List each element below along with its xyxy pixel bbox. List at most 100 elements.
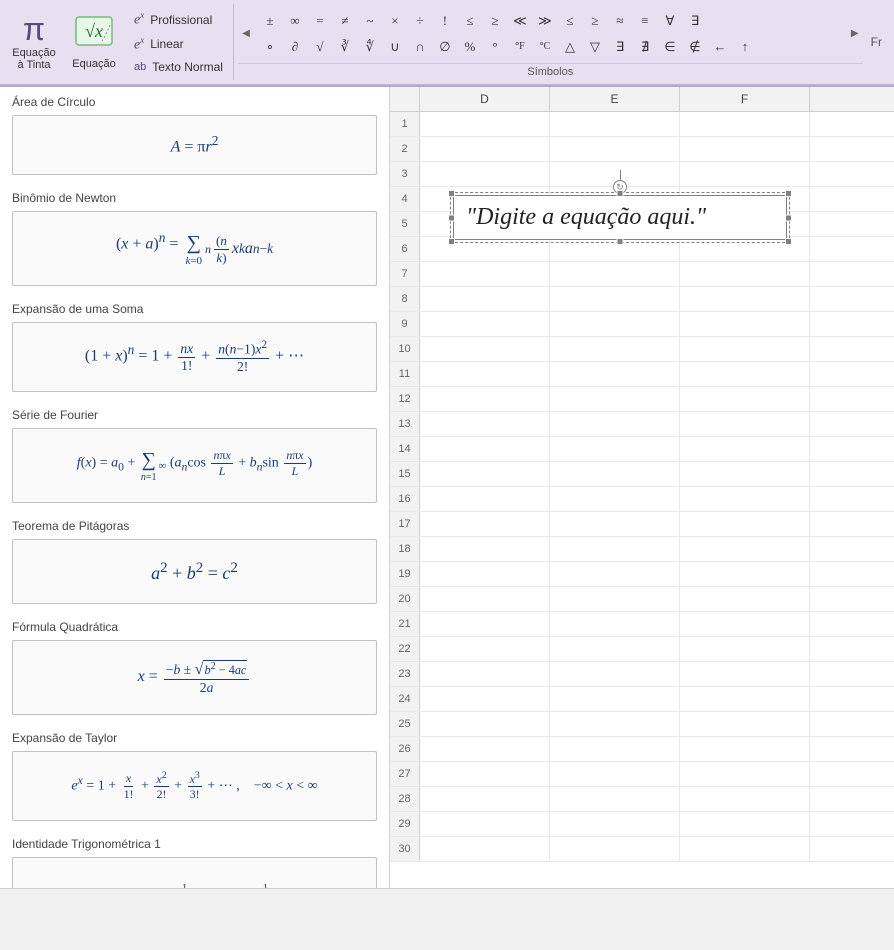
sym-leq2[interactable]: ≤ bbox=[558, 10, 582, 32]
cell-d11[interactable] bbox=[420, 362, 550, 386]
cell-d17[interactable] bbox=[420, 512, 550, 536]
cell-f25[interactable] bbox=[680, 712, 810, 736]
col-header-d[interactable]: D bbox=[420, 87, 550, 111]
cell-d28[interactable] bbox=[420, 787, 550, 811]
symbols-scroll-right[interactable]: ▶ bbox=[847, 12, 863, 56]
sym-tilde[interactable]: ~ bbox=[358, 10, 382, 32]
cell-e21[interactable] bbox=[550, 612, 680, 636]
sym-larrow[interactable]: ← bbox=[708, 36, 732, 58]
sym-exclaim[interactable]: ! bbox=[433, 10, 457, 32]
cell-e19[interactable] bbox=[550, 562, 680, 586]
sym-equiv[interactable]: ≡ bbox=[633, 10, 657, 32]
cell-f12[interactable] bbox=[680, 387, 810, 411]
cell-d13[interactable] bbox=[420, 412, 550, 436]
sym-geq2[interactable]: ≥ bbox=[583, 10, 607, 32]
cell-d18[interactable] bbox=[420, 537, 550, 561]
cell-d30[interactable] bbox=[420, 837, 550, 861]
cell-f23[interactable] bbox=[680, 662, 810, 686]
handle-top-middle[interactable] bbox=[617, 190, 624, 197]
col-header-e[interactable]: E bbox=[550, 87, 680, 111]
handle-middle-left[interactable] bbox=[448, 214, 455, 221]
sym-exists2[interactable]: ∃ bbox=[608, 36, 632, 58]
handle-top-right[interactable] bbox=[785, 190, 792, 197]
sym-sqrt[interactable]: √ bbox=[308, 36, 332, 58]
cell-f29[interactable] bbox=[680, 812, 810, 836]
sym-fthrt[interactable]: ∜ bbox=[358, 36, 382, 58]
cell-e12[interactable] bbox=[550, 387, 680, 411]
cell-f26[interactable] bbox=[680, 737, 810, 761]
cell-e2[interactable] bbox=[550, 137, 680, 161]
eq-formula-circulo[interactable]: A = πr2 bbox=[12, 115, 377, 175]
handle-bottom-right[interactable] bbox=[785, 238, 792, 245]
cell-f13[interactable] bbox=[680, 412, 810, 436]
cell-e1[interactable] bbox=[550, 112, 680, 136]
cell-d27[interactable] bbox=[420, 762, 550, 786]
sym-plusminus[interactable]: ± bbox=[258, 10, 282, 32]
cell-f21[interactable] bbox=[680, 612, 810, 636]
handle-bottom-middle[interactable] bbox=[617, 238, 624, 245]
col-header-f[interactable]: F bbox=[680, 87, 810, 111]
cell-d26[interactable] bbox=[420, 737, 550, 761]
sym-ll[interactable]: ≪ bbox=[508, 10, 532, 32]
cell-f27[interactable] bbox=[680, 762, 810, 786]
cell-d15[interactable] bbox=[420, 462, 550, 486]
cell-d12[interactable] bbox=[420, 387, 550, 411]
sym-cbrt[interactable]: ∛ bbox=[333, 36, 357, 58]
cell-e8[interactable] bbox=[550, 287, 680, 311]
cell-e22[interactable] bbox=[550, 637, 680, 661]
cell-d16[interactable] bbox=[420, 487, 550, 511]
sym-infinity[interactable]: ∞ bbox=[283, 10, 307, 32]
cell-d19[interactable] bbox=[420, 562, 550, 586]
cell-f20[interactable] bbox=[680, 587, 810, 611]
handle-middle-right[interactable] bbox=[785, 214, 792, 221]
cell-e15[interactable] bbox=[550, 462, 680, 486]
eq-formula-binomio[interactable]: (x + a)n = ∑k=0 n (n k) xkan−k bbox=[12, 211, 377, 286]
sym-in[interactable]: ∈ bbox=[658, 36, 682, 58]
cell-d2[interactable] bbox=[420, 137, 550, 161]
cell-f9[interactable] bbox=[680, 312, 810, 336]
sym-union[interactable]: ∪ bbox=[383, 36, 407, 58]
cell-e18[interactable] bbox=[550, 537, 680, 561]
equacao-button[interactable]: π Equação à Tinta bbox=[4, 4, 64, 80]
cell-f30[interactable] bbox=[680, 837, 810, 861]
cell-f18[interactable] bbox=[680, 537, 810, 561]
cell-d22[interactable] bbox=[420, 637, 550, 661]
cell-d25[interactable] bbox=[420, 712, 550, 736]
sym-geq[interactable]: ≥ bbox=[483, 10, 507, 32]
cell-e30[interactable] bbox=[550, 837, 680, 861]
sym-nablablk[interactable]: ▽ bbox=[583, 36, 607, 58]
cell-d8[interactable] bbox=[420, 287, 550, 311]
sym-partial[interactable]: ∂ bbox=[283, 36, 307, 58]
symbols-scroll-left[interactable]: ◀ bbox=[238, 12, 254, 56]
cell-e17[interactable] bbox=[550, 512, 680, 536]
profissional-button[interactable]: ex Profissional bbox=[128, 8, 229, 31]
cell-f22[interactable] bbox=[680, 637, 810, 661]
eq-formula-fourier[interactable]: f(x) = a0 + ∑n=1 ∞ (ancos nπxL + bnsin n… bbox=[12, 428, 377, 503]
cell-f1[interactable] bbox=[680, 112, 810, 136]
cell-f14[interactable] bbox=[680, 437, 810, 461]
cell-e26[interactable] bbox=[550, 737, 680, 761]
cell-f8[interactable] bbox=[680, 287, 810, 311]
cell-e28[interactable] bbox=[550, 787, 680, 811]
cell-e7[interactable] bbox=[550, 262, 680, 286]
eq-formula-trig1[interactable]: sinα ± sinβ = 2 sin 12 (α ± β) cos 12 (α… bbox=[12, 857, 377, 888]
cell-f28[interactable] bbox=[680, 787, 810, 811]
sym-approx[interactable]: ≈ bbox=[608, 10, 632, 32]
sym-circ[interactable]: ∘ bbox=[258, 36, 282, 58]
cell-e27[interactable] bbox=[550, 762, 680, 786]
cell-d1[interactable] bbox=[420, 112, 550, 136]
cell-e10[interactable] bbox=[550, 337, 680, 361]
cell-e29[interactable] bbox=[550, 812, 680, 836]
sym-degree[interactable]: ° bbox=[483, 36, 507, 58]
cell-d9[interactable] bbox=[420, 312, 550, 336]
sym-forall[interactable]: ∀ bbox=[658, 10, 682, 32]
cell-e24[interactable] bbox=[550, 687, 680, 711]
cell-f2[interactable] bbox=[680, 137, 810, 161]
sym-notequal[interactable]: ≠ bbox=[333, 10, 357, 32]
cell-f17[interactable] bbox=[680, 512, 810, 536]
sym-exists[interactable]: ∃ bbox=[683, 10, 707, 32]
texto-normal-button[interactable]: ab Texto Normal bbox=[128, 58, 229, 76]
cell-d10[interactable] bbox=[420, 337, 550, 361]
eq-formula-quadratica[interactable]: x = −b ± √ b2 − 4ac 2a bbox=[12, 640, 377, 715]
equation-textbox-inner[interactable]: "Digite a equação aqui." bbox=[453, 195, 787, 240]
